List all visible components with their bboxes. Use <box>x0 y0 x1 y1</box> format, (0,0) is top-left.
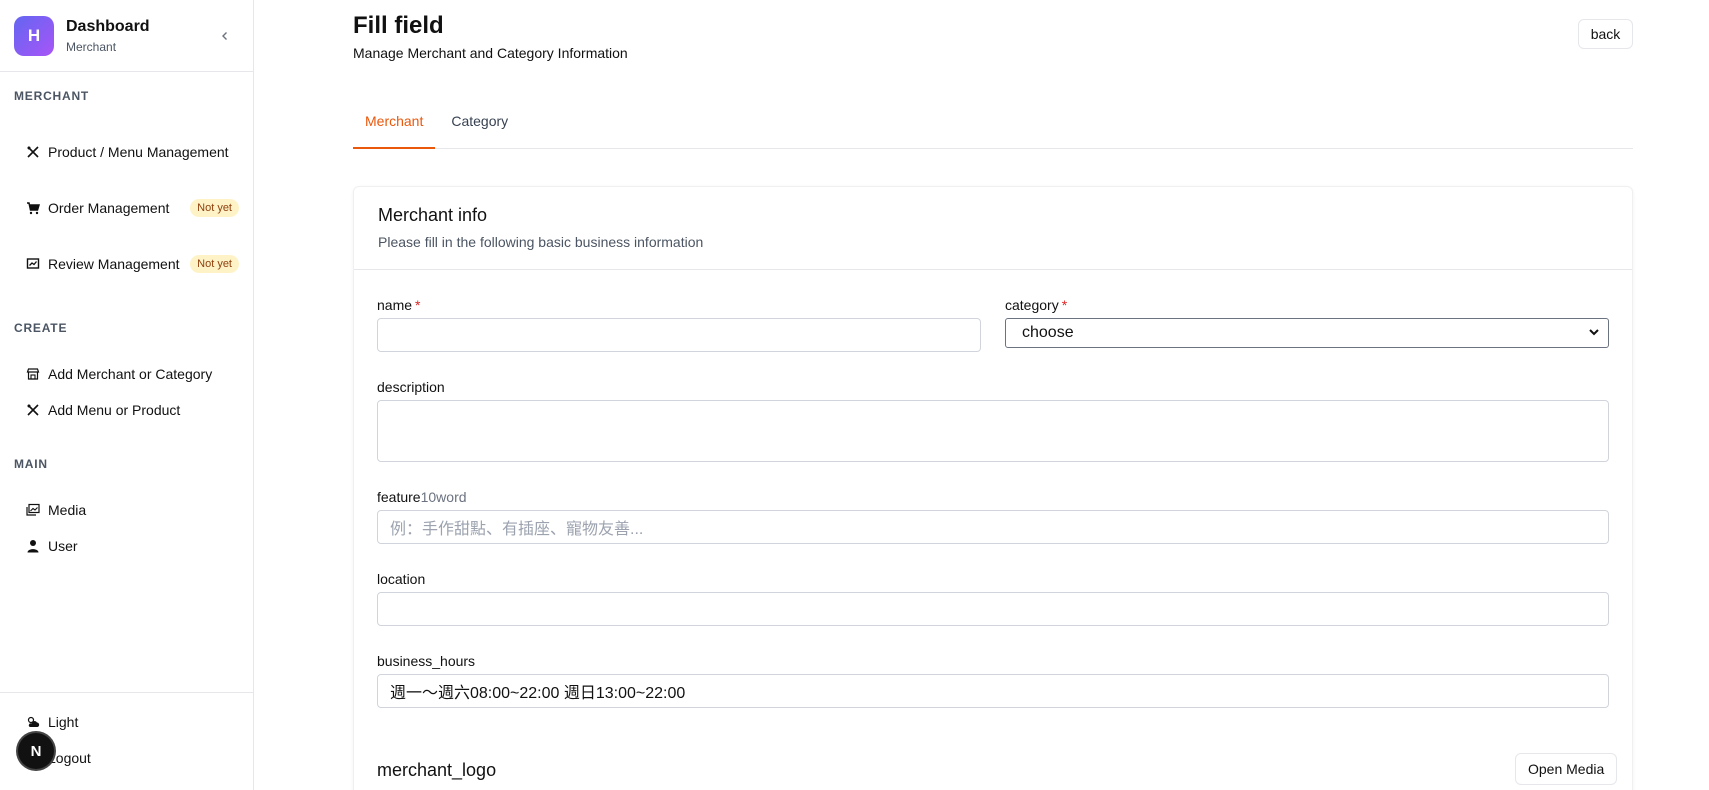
avatar[interactable]: N <box>18 733 54 769</box>
tab-bar: Merchant Category <box>353 100 1633 149</box>
page-subtitle: Manage Merchant and Category Information <box>353 45 628 61</box>
section-label-main: MAIN <box>14 457 48 471</box>
section-label-merchant: MERCHANT <box>14 89 90 103</box>
card-title: Merchant info <box>378 205 488 225</box>
sidebar-item-order-management[interactable]: Order Management Not yet <box>0 188 253 228</box>
theme-toggle-label: Light <box>48 714 79 730</box>
sidebar-item-product-menu[interactable]: Product / Menu Management <box>0 132 253 172</box>
description-label: description <box>377 379 445 395</box>
merchant-info-card: Merchant info Please fill in the followi… <box>353 186 1633 790</box>
utensils-icon <box>26 403 40 417</box>
name-input[interactable] <box>377 318 981 352</box>
card-description: Please fill in the following basic busin… <box>378 234 704 250</box>
category-label-text: category <box>1005 297 1059 313</box>
chevron-down-icon <box>1588 324 1600 342</box>
sidebar-footer <box>0 692 253 693</box>
feature-label-text: feature <box>377 489 421 505</box>
brand-header: H Dashboard Merchant <box>0 0 253 72</box>
logout-label: Logout <box>48 750 91 766</box>
feature-input[interactable]: 例：手作甜點、有插座、寵物友善... <box>377 510 1609 544</box>
page-title: Fill field <box>353 12 444 39</box>
images-icon <box>26 503 40 517</box>
brand-title: Dashboard <box>66 17 150 35</box>
sidebar-item-label: Media <box>48 502 87 518</box>
collapse-sidebar-icon[interactable] <box>215 26 235 46</box>
required-marker: * <box>415 297 421 313</box>
open-media-button[interactable]: Open Media <box>1515 753 1618 785</box>
card-header: Merchant info Please fill in the followi… <box>354 187 1632 270</box>
user-icon <box>26 539 40 553</box>
utensils-icon <box>26 145 40 159</box>
name-label-text: name <box>377 297 413 313</box>
location-input[interactable] <box>377 592 1609 626</box>
back-button[interactable]: back <box>1578 19 1633 49</box>
tab-category[interactable]: Category <box>439 100 520 149</box>
sidebar: H Dashboard Merchant MERCHANT Product / … <box>0 0 254 790</box>
category-select[interactable]: choose <box>1005 318 1609 348</box>
location-label: location <box>377 571 426 587</box>
business-hours-input[interactable]: 週一～週六08:00~22:00 週日13:00~22:00 <box>377 674 1609 708</box>
category-selected-value: choose <box>1022 324 1074 341</box>
required-marker: * <box>1061 297 1068 313</box>
sidebar-item-label: Add Merchant or Category <box>48 366 213 382</box>
sidebar-item-label: Order Management <box>48 200 170 216</box>
brand-subtitle: Merchant <box>66 39 117 54</box>
section-label-create: CREATE <box>14 321 68 335</box>
cart-icon <box>26 201 40 215</box>
sidebar-item-user[interactable]: User <box>0 536 253 556</box>
brand-logo: H <box>14 15 54 56</box>
feature-label: feature10word <box>377 489 467 505</box>
tab-merchant[interactable]: Merchant <box>353 100 436 149</box>
feature-hint: 10word <box>420 489 467 505</box>
sidebar-item-add-merchant[interactable]: Add Merchant or Category <box>0 364 253 384</box>
category-label: category * <box>1005 297 1067 313</box>
name-label: name * <box>377 297 420 313</box>
store-icon <box>26 367 40 381</box>
sidebar-item-add-menu[interactable]: Add Menu or Product <box>0 400 253 420</box>
sidebar-item-label: Add Menu or Product <box>48 402 181 418</box>
description-textarea[interactable] <box>377 400 1609 462</box>
review-icon <box>26 257 40 271</box>
weather-icon <box>26 715 40 729</box>
status-badge: Not yet <box>190 199 239 217</box>
main-content: Fill field Manage Merchant and Category … <box>254 0 1709 790</box>
business-hours-label: business_hours <box>377 653 476 669</box>
status-badge: Not yet <box>190 255 239 273</box>
sidebar-item-media[interactable]: Media <box>0 500 253 520</box>
theme-toggle[interactable]: Light <box>0 712 253 732</box>
sidebar-item-label: Review Management <box>48 256 180 272</box>
sidebar-item-label: User <box>48 538 78 554</box>
sidebar-item-label: Product / Menu Management <box>48 144 229 160</box>
merchant-logo-title: merchant_logo <box>377 760 497 780</box>
sidebar-item-review-management[interactable]: Review Management Not yet <box>0 244 253 284</box>
